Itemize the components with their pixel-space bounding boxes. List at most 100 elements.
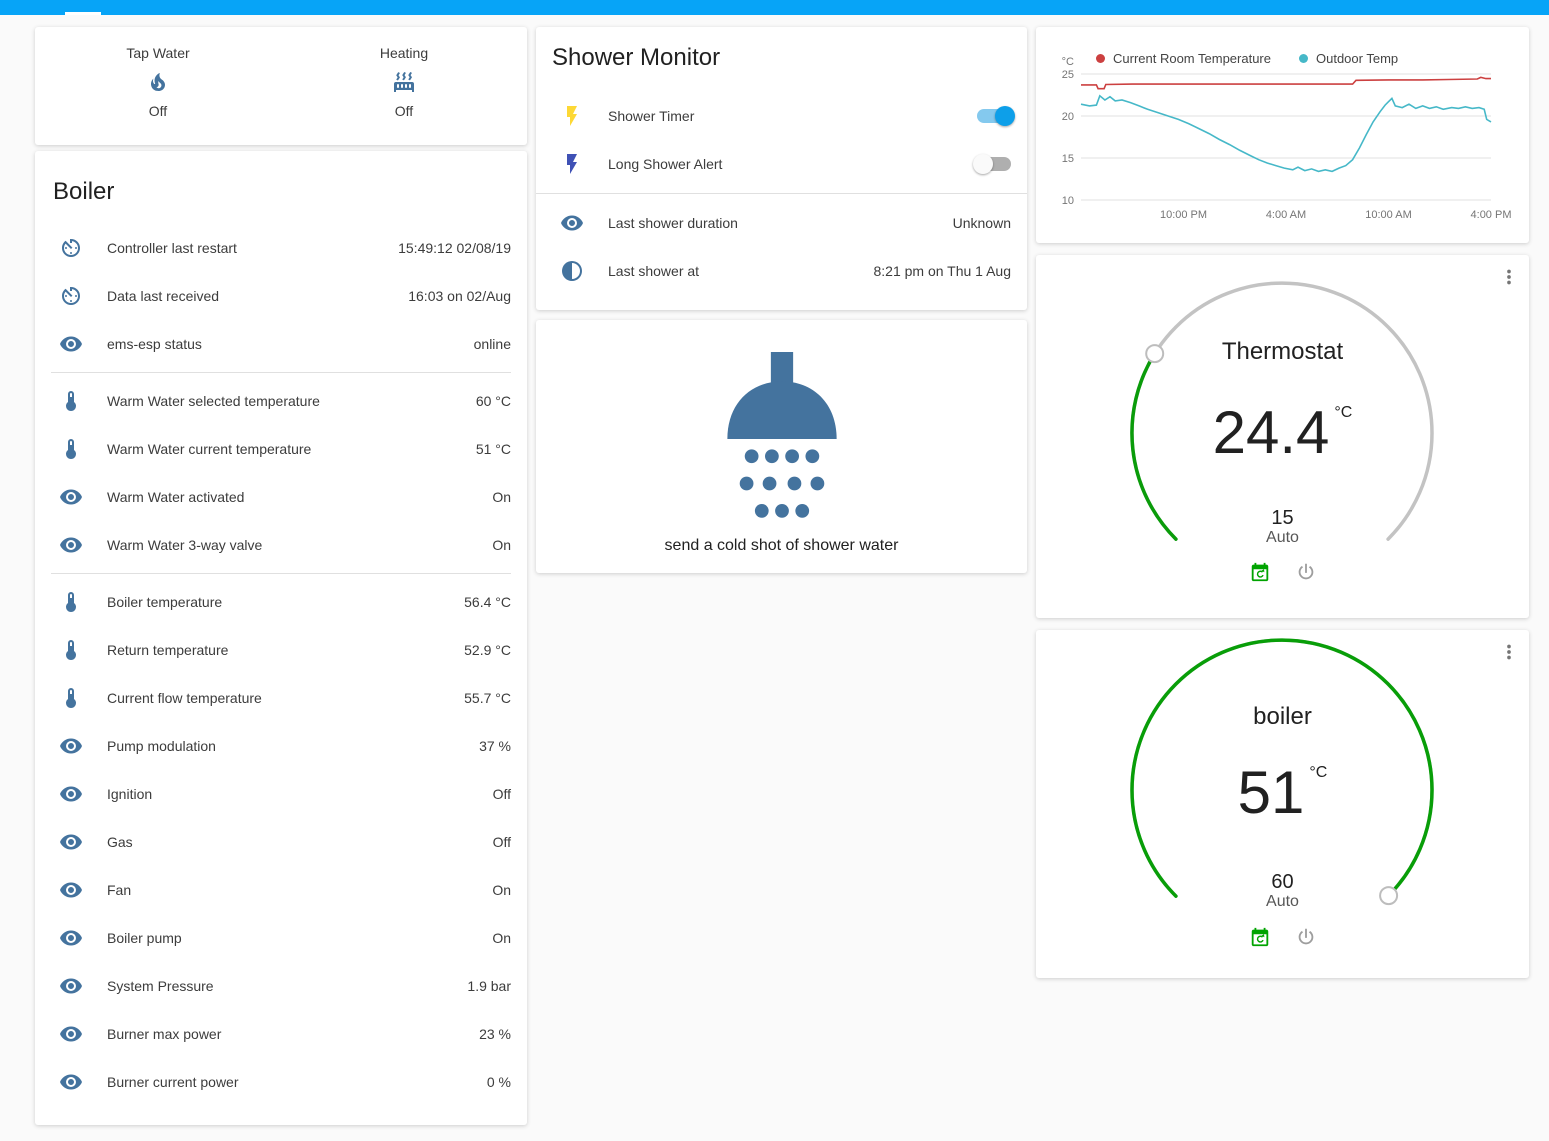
svg-text:15: 15 — [1062, 153, 1074, 165]
entity-row[interactable]: Last shower durationUnknown — [536, 199, 1027, 247]
gauge-actions — [1036, 926, 1529, 948]
thermometer-icon — [59, 437, 83, 461]
thermometer-icon — [59, 686, 83, 710]
entity-label: Shower Timer — [608, 108, 977, 124]
entity-row[interactable]: IgnitionOff — [35, 770, 527, 818]
entity-label: Last shower at — [608, 263, 873, 279]
entity-row[interactable]: Controller last restart15:49:12 02/08/19 — [35, 224, 527, 272]
entity-label: Burner current power — [107, 1074, 487, 1090]
gauge-mode: Auto — [1036, 893, 1529, 911]
eye-icon — [59, 1022, 83, 1046]
entity-value: Unknown — [953, 215, 1011, 231]
divider — [51, 372, 511, 373]
entity-value: online — [474, 336, 511, 352]
glance-state: Off — [149, 103, 167, 119]
entity-label: Warm Water selected temperature — [107, 393, 476, 409]
entity-row[interactable]: Burner current power0 % — [35, 1058, 527, 1106]
glance-label: Heating — [380, 45, 428, 61]
gauge-actions — [1036, 561, 1529, 583]
calendar-sync-icon[interactable] — [1249, 561, 1271, 583]
entity-row[interactable]: GasOff — [35, 818, 527, 866]
entity-label: Pump modulation — [107, 738, 479, 754]
calendar-sync-icon[interactable] — [1249, 926, 1271, 948]
entity-row[interactable]: Warm Water current temperature51 °C — [35, 425, 527, 473]
entity-value: 56.4 °C — [464, 594, 511, 610]
glance-item[interactable]: Heating Off — [281, 45, 527, 145]
eye-icon — [59, 782, 83, 806]
thermometer-icon — [59, 638, 83, 662]
entity-row[interactable]: System Pressure1.9 bar — [35, 962, 527, 1010]
power-icon[interactable] — [1295, 926, 1317, 948]
gauge-value-number: 24.4 — [1213, 399, 1330, 466]
svg-text:4:00 AM: 4:00 AM — [1266, 209, 1306, 221]
toggle-thumb — [973, 154, 993, 174]
entity-label: System Pressure — [107, 978, 467, 994]
entity-row[interactable]: Burner max power23 % — [35, 1010, 527, 1058]
more-options-button[interactable] — [1497, 265, 1521, 289]
entity-label: Burner max power — [107, 1026, 479, 1042]
entity-value: 55.7 °C — [464, 690, 511, 706]
radiator-icon — [392, 70, 416, 94]
active-tab-indicator[interactable] — [65, 12, 101, 15]
divider — [536, 193, 1027, 194]
more-options-button[interactable] — [1497, 640, 1521, 664]
entity-value: Off — [493, 834, 511, 850]
gauge-mode: Auto — [1036, 529, 1529, 547]
entity-row[interactable]: Boiler pumpOn — [35, 914, 527, 962]
legend-dot — [1299, 54, 1308, 63]
entity-value: 37 % — [479, 738, 511, 754]
timer-icon — [59, 236, 83, 260]
glance-state: Off — [395, 103, 413, 119]
toggle-switch[interactable] — [977, 109, 1011, 123]
glance-item[interactable]: Tap Water Off — [35, 45, 281, 145]
entity-row[interactable]: Long Shower Alert — [536, 140, 1027, 188]
entity-row[interactable]: Last shower at8:21 pm on Thu 1 Aug — [536, 247, 1027, 295]
entity-row[interactable]: Warm Water activatedOn — [35, 473, 527, 521]
legend-dot — [1096, 54, 1105, 63]
entity-row[interactable]: Pump modulation37 % — [35, 722, 527, 770]
entity-row[interactable]: Warm Water selected temperature60 °C — [35, 377, 527, 425]
shower-action-label: send a cold shot of shower water — [665, 537, 899, 555]
thermostat-card: Thermostat 24.4°C 15 Auto — [1036, 255, 1529, 618]
eye-icon — [59, 332, 83, 356]
eye-icon — [59, 533, 83, 557]
entity-row[interactable]: Current flow temperature55.7 °C — [35, 674, 527, 722]
eye-icon — [59, 830, 83, 854]
entity-label: Gas — [107, 834, 493, 850]
svg-text:4:00 PM: 4:00 PM — [1471, 209, 1512, 221]
entity-row[interactable]: FanOn — [35, 866, 527, 914]
svg-text:°C: °C — [1062, 56, 1074, 68]
toggle-switch[interactable] — [977, 157, 1011, 171]
svg-text:25: 25 — [1062, 69, 1074, 81]
column-right: 25201510°C10:00 PM4:00 AM10:00 AM4:00 PM… — [1036, 27, 1529, 978]
shower-head-icon — [723, 352, 841, 529]
entity-row[interactable]: Warm Water 3-way valveOn — [35, 521, 527, 569]
entity-row[interactable]: Boiler temperature56.4 °C — [35, 578, 527, 626]
entity-value: 23 % — [479, 1026, 511, 1042]
entity-label: Warm Water current temperature — [107, 441, 476, 457]
entity-label: Controller last restart — [107, 240, 398, 256]
legend-label: Outdoor Temp — [1316, 51, 1398, 66]
dashboard: Tap Water Off Heating Off Boiler Control… — [0, 15, 1549, 1125]
entity-row[interactable]: Return temperature52.9 °C — [35, 626, 527, 674]
entity-value: 1.9 bar — [467, 978, 511, 994]
svg-text:20: 20 — [1062, 111, 1074, 123]
entity-label: Warm Water activated — [107, 489, 492, 505]
eye-icon — [59, 1070, 83, 1094]
gauge-value-unit: °C — [1309, 764, 1327, 781]
entity-row[interactable]: ems-esp statusonline — [35, 320, 527, 368]
entity-row[interactable]: Data last received16:03 on 02/Aug — [35, 272, 527, 320]
thermometer-icon — [59, 389, 83, 413]
boiler-gauge-card: boiler 51°C 60 Auto — [1036, 630, 1529, 978]
entity-value: Off — [493, 786, 511, 802]
entity-row[interactable]: Shower Timer — [536, 92, 1027, 140]
eye-icon — [59, 734, 83, 758]
entity-value: 16:03 on 02/Aug — [408, 288, 511, 304]
gauge-title: Thermostat — [1036, 338, 1529, 366]
svg-text:10:00 PM: 10:00 PM — [1160, 209, 1207, 221]
shower-action-card[interactable]: send a cold shot of shower water — [536, 320, 1027, 573]
power-icon[interactable] — [1295, 561, 1317, 583]
entity-value: 60 °C — [476, 393, 511, 409]
app-header — [0, 0, 1549, 15]
history-chart-card: 25201510°C10:00 PM4:00 AM10:00 AM4:00 PM… — [1036, 27, 1529, 243]
